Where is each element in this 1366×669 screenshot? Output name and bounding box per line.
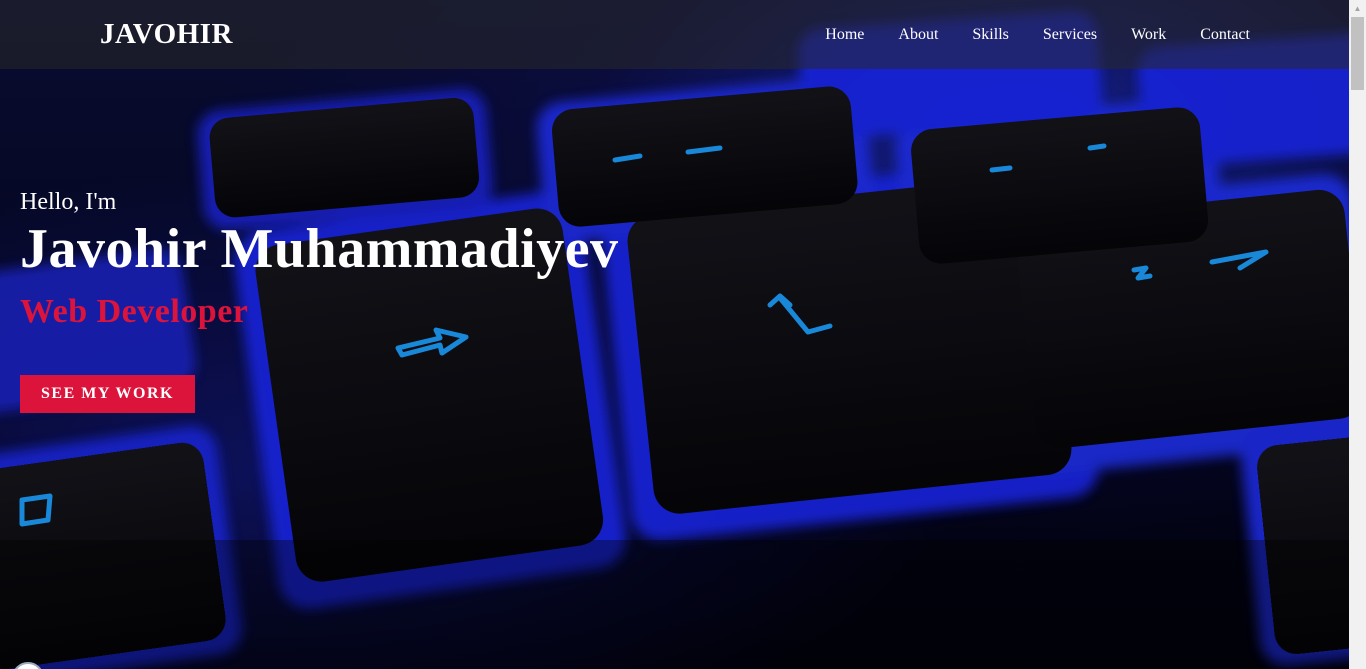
nav-item-skills: Skills	[972, 26, 1008, 44]
nav-item-home: Home	[825, 26, 864, 44]
scroll-up-arrow-icon[interactable]: ▲	[1349, 0, 1366, 17]
nav-links: Home About Skills Services Work Contact	[791, 26, 1250, 44]
hero-greeting: Hello, I'm	[20, 189, 117, 215]
site-logo[interactable]: JAVOHIR	[100, 18, 233, 51]
nav-link-skills[interactable]: Skills	[972, 26, 1008, 43]
hero-content: Hello, I'm Javohir Muhammadiyev Web Deve…	[20, 187, 619, 413]
hero-name: Javohir Muhammadiyev	[20, 218, 619, 280]
nav-item-contact: Contact	[1200, 26, 1250, 44]
nav-link-work[interactable]: Work	[1131, 26, 1166, 43]
page: JAVOHIR Home About Skills Services Work …	[0, 0, 1366, 669]
nav-link-about[interactable]: About	[898, 26, 938, 43]
nav-item-about: About	[898, 26, 938, 44]
vertical-scrollbar[interactable]: ▲	[1349, 0, 1366, 669]
hero-role: Web Developer	[20, 293, 249, 330]
top-navbar: JAVOHIR Home About Skills Services Work …	[0, 0, 1349, 69]
scrollbar-thumb[interactable]	[1351, 17, 1364, 90]
nav-item-services: Services	[1043, 26, 1097, 44]
nav-link-contact[interactable]: Contact	[1200, 26, 1250, 43]
see-my-work-button[interactable]: SEE MY WORK	[20, 375, 195, 413]
nav-item-work: Work	[1131, 26, 1166, 44]
nav-link-services[interactable]: Services	[1043, 26, 1097, 43]
nav-link-home[interactable]: Home	[825, 26, 864, 43]
